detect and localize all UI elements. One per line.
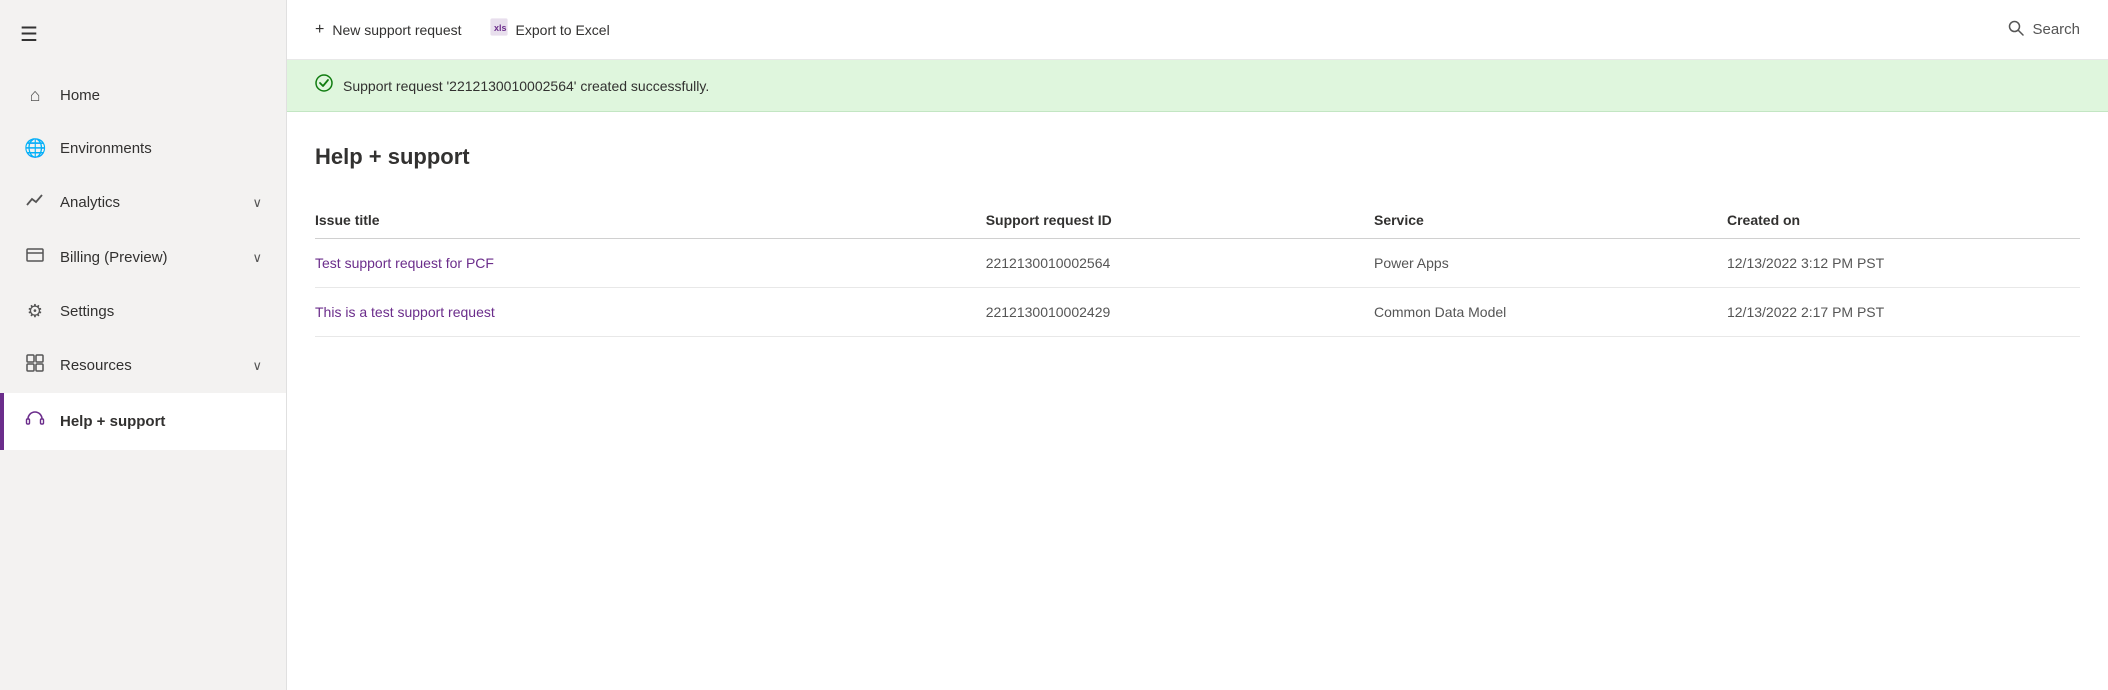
page-content: Help + support Issue title Support reque… xyxy=(287,112,2108,690)
column-header-service: Service xyxy=(1374,202,1727,239)
resources-icon xyxy=(24,354,46,377)
sidebar-item-label: Analytics xyxy=(60,194,120,211)
sidebar-item-resources[interactable]: Resources ∨ xyxy=(0,338,286,393)
sidebar-item-label: Home xyxy=(60,87,100,104)
sidebar-item-label: Help + support xyxy=(60,413,165,430)
billing-icon xyxy=(24,246,46,269)
new-support-request-button[interactable]: + New support request xyxy=(315,21,462,39)
table-row: This is a test support request2212130010… xyxy=(315,288,2080,337)
created-on: 12/13/2022 2:17 PM PST xyxy=(1727,288,2080,337)
excel-icon: xls xyxy=(490,18,508,41)
table-row: Test support request for PCF221213001000… xyxy=(315,239,2080,288)
service: Power Apps xyxy=(1374,239,1727,288)
service: Common Data Model xyxy=(1374,288,1727,337)
export-to-excel-button[interactable]: xls Export to Excel xyxy=(490,18,610,41)
column-header-issue: Issue title xyxy=(315,202,986,239)
issue-title-link[interactable]: Test support request for PCF xyxy=(315,239,986,288)
sidebar-item-settings[interactable]: ⚙ Settings xyxy=(0,285,286,338)
sidebar-item-label: Environments xyxy=(60,140,152,157)
sidebar-item-label: Billing (Preview) xyxy=(60,249,168,266)
sidebar-item-billing[interactable]: Billing (Preview) ∨ xyxy=(0,230,286,285)
home-icon: ⌂ xyxy=(24,85,46,106)
headset-icon xyxy=(24,409,46,434)
svg-text:xls: xls xyxy=(494,23,507,33)
support-table: Issue title Support request ID Service C… xyxy=(315,202,2080,337)
sidebar-item-environments[interactable]: 🌐 Environments xyxy=(0,122,286,175)
request-id: 2212130010002564 xyxy=(986,239,1374,288)
search-icon xyxy=(2008,20,2024,40)
search-button[interactable]: Search xyxy=(2008,20,2080,40)
sidebar-item-analytics[interactable]: Analytics ∨ xyxy=(0,175,286,230)
success-icon xyxy=(315,74,333,97)
topbar: + New support request xls Export to Exce… xyxy=(287,0,2108,60)
chevron-down-icon: ∨ xyxy=(252,358,262,374)
new-request-label: New support request xyxy=(332,22,461,38)
export-label: Export to Excel xyxy=(516,22,610,38)
hamburger-icon[interactable]: ☰ xyxy=(20,22,38,47)
main-content: + New support request xls Export to Exce… xyxy=(287,0,2108,690)
issue-title-link[interactable]: This is a test support request xyxy=(315,288,986,337)
chevron-down-icon: ∨ xyxy=(252,250,262,266)
success-banner: Support request '2212130010002564' creat… xyxy=(287,60,2108,112)
table-header-row: Issue title Support request ID Service C… xyxy=(315,202,2080,239)
analytics-icon xyxy=(24,191,46,214)
plus-icon: + xyxy=(315,21,324,39)
page-title: Help + support xyxy=(315,144,2080,170)
chevron-down-icon: ∨ xyxy=(252,195,262,211)
sidebar-item-label: Resources xyxy=(60,357,132,374)
sidebar-item-label: Settings xyxy=(60,303,114,320)
sidebar-item-help-support[interactable]: Help + support xyxy=(0,393,286,450)
column-header-id: Support request ID xyxy=(986,202,1374,239)
sidebar: ☰ ⌂ Home 🌐 Environments Analytics ∨ Bill… xyxy=(0,0,287,690)
sidebar-header: ☰ xyxy=(0,0,286,69)
gear-icon: ⚙ xyxy=(24,301,46,322)
column-header-created: Created on xyxy=(1727,202,2080,239)
request-id: 2212130010002429 xyxy=(986,288,1374,337)
search-label: Search xyxy=(2032,21,2080,38)
created-on: 12/13/2022 3:12 PM PST xyxy=(1727,239,2080,288)
sidebar-item-home[interactable]: ⌂ Home xyxy=(0,69,286,122)
globe-icon: 🌐 xyxy=(24,138,46,159)
success-message: Support request '2212130010002564' creat… xyxy=(343,78,709,94)
